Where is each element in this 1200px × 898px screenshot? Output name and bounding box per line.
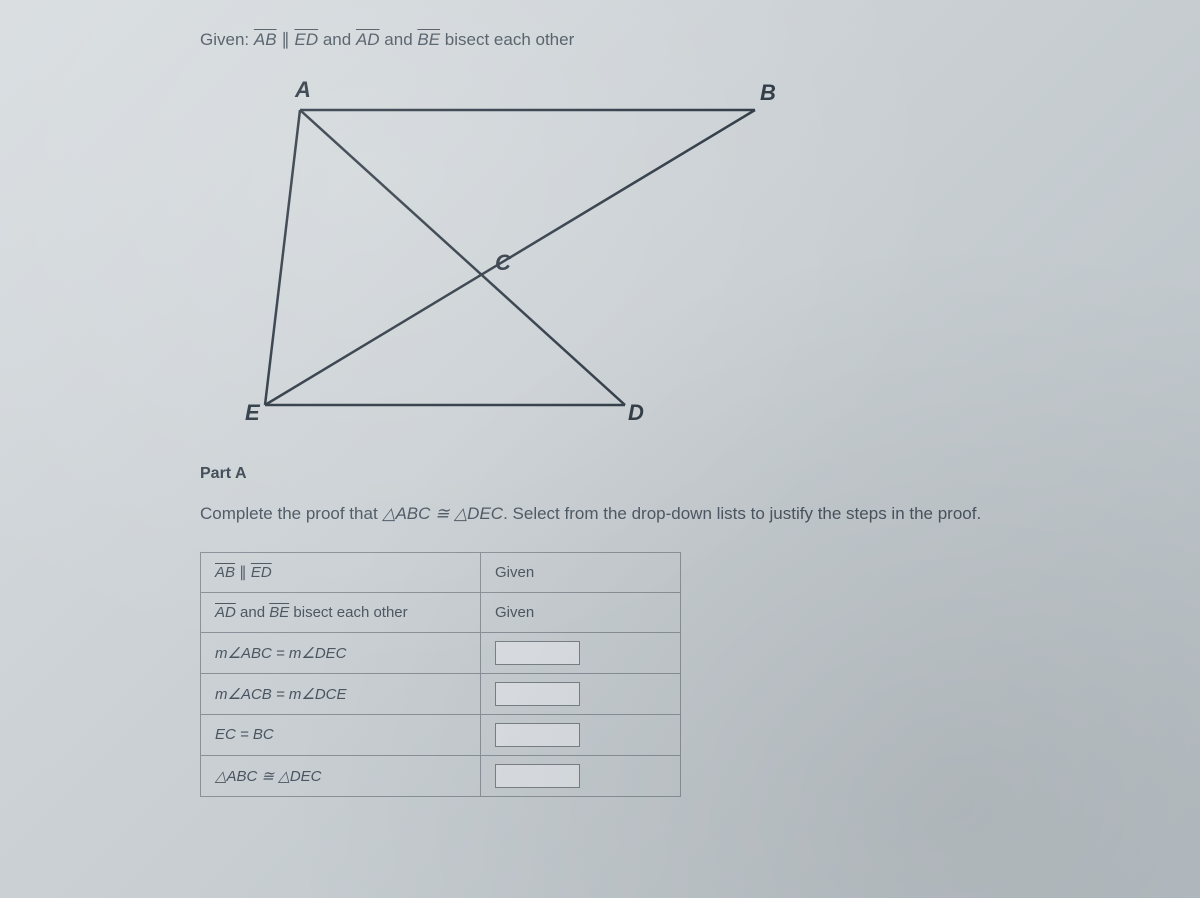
vertex-e: E (245, 400, 260, 426)
proof-table: AB ∥ ED Given AD and BE bisect each othe… (200, 552, 681, 797)
instr-prefix: Complete the proof that (200, 504, 382, 523)
table-row: △ABC ≅ △DEC (201, 755, 681, 796)
and-2: and (380, 30, 418, 49)
geometry-diagram: A B C D E (230, 75, 780, 435)
given-prefix: Given: (200, 30, 254, 49)
and-1: and (318, 30, 356, 49)
table-row: EC = BC (201, 714, 681, 755)
stmt-text: EC = BC (215, 726, 274, 743)
instruction-text: Complete the proof that △ABC ≅ △DEC. Sel… (200, 501, 1000, 527)
stmt-mid: ∥ (235, 564, 251, 581)
reason-cell (481, 714, 681, 755)
statement-cell: AD and BE bisect each other (201, 592, 481, 632)
vertex-b: B (760, 80, 776, 106)
reason-cell (481, 755, 681, 796)
vertex-c: C (495, 250, 511, 276)
stmt-seg-a: AB (215, 564, 235, 581)
reason-cell: Given (481, 552, 681, 592)
seg-be: BE (417, 30, 440, 49)
parallel-symbol: ∥ (277, 30, 295, 49)
table-row: AB ∥ ED Given (201, 552, 681, 592)
seg-ed: ED (295, 30, 319, 49)
stmt-text: m∠ABC = m∠DEC (215, 645, 347, 662)
statement-cell: m∠ABC = m∠DEC (201, 632, 481, 673)
statement-cell: △ABC ≅ △DEC (201, 755, 481, 796)
stmt-seg-b: ED (251, 564, 272, 581)
reason-text: Given (495, 564, 534, 581)
reason-dropdown[interactable] (495, 641, 580, 665)
reason-dropdown[interactable] (495, 723, 580, 747)
stmt-suffix: bisect each other (289, 604, 407, 621)
given-suffix: bisect each other (440, 30, 574, 49)
stmt-text: △ABC ≅ △DEC (215, 768, 322, 785)
stmt-seg-b: BE (269, 604, 289, 621)
reason-dropdown[interactable] (495, 682, 580, 706)
seg-ad: AD (356, 30, 380, 49)
instr-suffix: . Select from the drop-down lists to jus… (503, 504, 981, 523)
statement-cell: EC = BC (201, 714, 481, 755)
reason-cell: Given (481, 592, 681, 632)
stmt-seg-a: AD (215, 604, 236, 621)
table-row: m∠ABC = m∠DEC (201, 632, 681, 673)
stmt-mid: and (236, 604, 269, 621)
vertex-d: D (628, 400, 644, 426)
reason-cell (481, 632, 681, 673)
instr-triangles: △ABC ≅ △DEC (382, 504, 503, 523)
stmt-text: m∠ACB = m∠DCE (215, 686, 347, 703)
table-row: m∠ACB = m∠DCE (201, 673, 681, 714)
given-statement: Given: AB ∥ ED and AD and BE bisect each… (200, 30, 1000, 50)
statement-cell: m∠ACB = m∠DCE (201, 673, 481, 714)
part-a-heading: Part A (200, 465, 1000, 483)
statement-cell: AB ∥ ED (201, 552, 481, 592)
seg-ab: AB (254, 30, 277, 49)
reason-dropdown[interactable] (495, 764, 580, 788)
reason-text: Given (495, 604, 534, 621)
table-row: AD and BE bisect each other Given (201, 592, 681, 632)
reason-cell (481, 673, 681, 714)
vertex-a: A (295, 77, 311, 103)
